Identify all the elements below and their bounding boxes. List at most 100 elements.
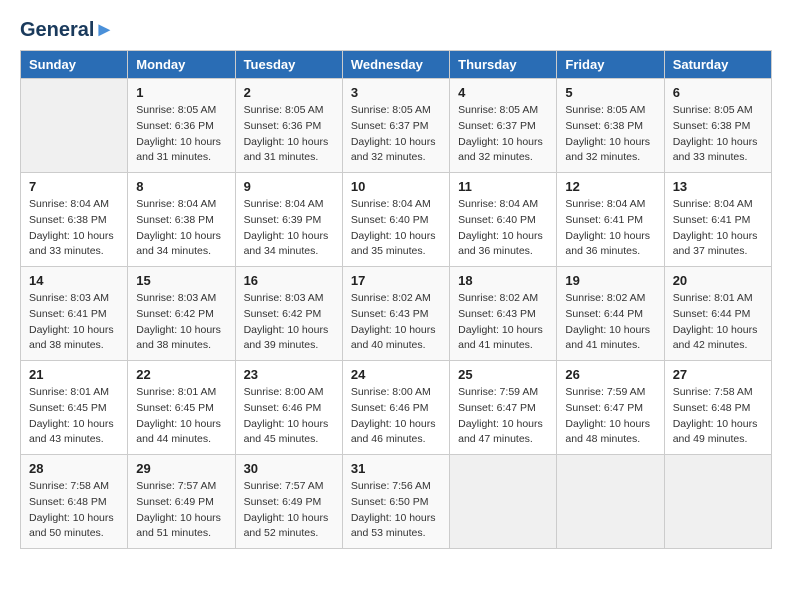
calendar-week-row: 14 Sunrise: 8:03 AM Sunset: 6:41 PM Dayli… [21, 267, 772, 361]
calendar-cell: 21 Sunrise: 8:01 AM Sunset: 6:45 PM Dayli… [21, 361, 128, 455]
day-number: 17 [351, 273, 441, 288]
day-info: Sunrise: 8:04 AM Sunset: 6:39 PM Dayligh… [244, 197, 334, 260]
calendar-cell: 24Sunrise: 8:00 AM Sunset: 6:46 PM Dayli… [342, 361, 449, 455]
day-info: Sunrise: 8:05 AM Sunset: 6:36 PM Dayligh… [136, 103, 226, 166]
calendar-cell: 26 Sunrise: 7:59 AM Sunset: 6:47 PM Dayli… [557, 361, 664, 455]
day-info: Sunrise: 8:05 AM Sunset: 6:37 PM Dayligh… [351, 103, 441, 166]
calendar-cell: 29Sunrise: 7:57 AM Sunset: 6:49 PM Dayli… [128, 455, 235, 549]
day-info: Sunrise: 7:56 AM Sunset: 6:50 PM Dayligh… [351, 479, 441, 542]
day-number: 21 [29, 367, 119, 382]
day-number: 27 [673, 367, 763, 382]
logo-text: General► [20, 20, 114, 40]
day-number: 2 [244, 85, 334, 100]
calendar-cell: 27 Sunrise: 7:58 AM Sunset: 6:48 PM Dayli… [664, 361, 771, 455]
day-info: Sunrise: 8:01 AM Sunset: 6:45 PM Dayligh… [29, 385, 119, 448]
calendar-cell: 17 Sunrise: 8:02 AM Sunset: 6:43 PM Dayli… [342, 267, 449, 361]
day-info: Sunrise: 8:02 AM Sunset: 6:43 PM Dayligh… [458, 291, 548, 354]
calendar-cell: 6 Sunrise: 8:05 AM Sunset: 6:38 PM Daylig… [664, 79, 771, 173]
day-of-week-header: Wednesday [342, 51, 449, 79]
day-number: 1 [136, 85, 226, 100]
day-info: Sunrise: 7:58 AM Sunset: 6:48 PM Dayligh… [29, 479, 119, 542]
day-number: 16 [244, 273, 334, 288]
calendar-header-row: SundayMondayTuesdayWednesdayThursdayFrid… [21, 51, 772, 79]
calendar-cell: 18 Sunrise: 8:02 AM Sunset: 6:43 PM Dayli… [450, 267, 557, 361]
day-info: Sunrise: 8:05 AM Sunset: 6:38 PM Dayligh… [673, 103, 763, 166]
day-info: Sunrise: 8:04 AM Sunset: 6:40 PM Dayligh… [458, 197, 548, 260]
day-number: 30 [244, 461, 334, 476]
day-info: Sunrise: 8:04 AM Sunset: 6:40 PM Dayligh… [351, 197, 441, 260]
day-info: Sunrise: 8:05 AM Sunset: 6:38 PM Dayligh… [565, 103, 655, 166]
calendar-cell: 13 Sunrise: 8:04 AM Sunset: 6:41 PM Dayli… [664, 173, 771, 267]
logo: General► [20, 20, 114, 40]
day-number: 19 [565, 273, 655, 288]
calendar-cell: 5 Sunrise: 8:05 AM Sunset: 6:38 PM Daylig… [557, 79, 664, 173]
day-info: Sunrise: 8:04 AM Sunset: 6:41 PM Dayligh… [565, 197, 655, 260]
calendar-cell: 15Sunrise: 8:03 AM Sunset: 6:42 PM Dayli… [128, 267, 235, 361]
calendar-cell [557, 455, 664, 549]
calendar-week-row: 21 Sunrise: 8:01 AM Sunset: 6:45 PM Dayli… [21, 361, 772, 455]
calendar-cell: 7 Sunrise: 8:04 AM Sunset: 6:38 PM Daylig… [21, 173, 128, 267]
day-info: Sunrise: 8:00 AM Sunset: 6:46 PM Dayligh… [244, 385, 334, 448]
day-number: 22 [136, 367, 226, 382]
calendar-cell: 16 Sunrise: 8:03 AM Sunset: 6:42 PM Dayli… [235, 267, 342, 361]
calendar-cell: 4 Sunrise: 8:05 AM Sunset: 6:37 PM Daylig… [450, 79, 557, 173]
day-number: 18 [458, 273, 548, 288]
day-info: Sunrise: 8:01 AM Sunset: 6:44 PM Dayligh… [673, 291, 763, 354]
day-number: 29 [136, 461, 226, 476]
day-of-week-header: Saturday [664, 51, 771, 79]
day-number: 5 [565, 85, 655, 100]
day-number: 20 [673, 273, 763, 288]
calendar-week-row: 28 Sunrise: 7:58 AM Sunset: 6:48 PM Dayli… [21, 455, 772, 549]
day-info: Sunrise: 8:03 AM Sunset: 6:41 PM Dayligh… [29, 291, 119, 354]
day-number: 4 [458, 85, 548, 100]
calendar-cell: 20 Sunrise: 8:01 AM Sunset: 6:44 PM Dayli… [664, 267, 771, 361]
day-number: 7 [29, 179, 119, 194]
day-number: 10 [351, 179, 441, 194]
day-number: 25 [458, 367, 548, 382]
day-number: 9 [244, 179, 334, 194]
day-info: Sunrise: 7:59 AM Sunset: 6:47 PM Dayligh… [458, 385, 548, 448]
day-info: Sunrise: 8:05 AM Sunset: 6:37 PM Dayligh… [458, 103, 548, 166]
day-number: 26 [565, 367, 655, 382]
day-info: Sunrise: 7:58 AM Sunset: 6:48 PM Dayligh… [673, 385, 763, 448]
calendar-cell: 12 Sunrise: 8:04 AM Sunset: 6:41 PM Dayli… [557, 173, 664, 267]
calendar-cell: 3 Sunrise: 8:05 AM Sunset: 6:37 PM Daylig… [342, 79, 449, 173]
day-number: 12 [565, 179, 655, 194]
day-info: Sunrise: 8:04 AM Sunset: 6:41 PM Dayligh… [673, 197, 763, 260]
day-info: Sunrise: 8:04 AM Sunset: 6:38 PM Dayligh… [136, 197, 226, 260]
day-of-week-header: Tuesday [235, 51, 342, 79]
calendar-cell [21, 79, 128, 173]
calendar-cell: 9 Sunrise: 8:04 AM Sunset: 6:39 PM Daylig… [235, 173, 342, 267]
day-number: 23 [244, 367, 334, 382]
calendar-cell: 10 Sunrise: 8:04 AM Sunset: 6:40 PM Dayli… [342, 173, 449, 267]
calendar-cell: 11 Sunrise: 8:04 AM Sunset: 6:40 PM Dayli… [450, 173, 557, 267]
day-number: 13 [673, 179, 763, 194]
calendar-week-row: 1 Sunrise: 8:05 AM Sunset: 6:36 PM Daylig… [21, 79, 772, 173]
day-of-week-header: Thursday [450, 51, 557, 79]
calendar-cell: 22Sunrise: 8:01 AM Sunset: 6:45 PM Dayli… [128, 361, 235, 455]
day-info: Sunrise: 8:02 AM Sunset: 6:44 PM Dayligh… [565, 291, 655, 354]
day-number: 28 [29, 461, 119, 476]
day-info: Sunrise: 8:04 AM Sunset: 6:38 PM Dayligh… [29, 197, 119, 260]
day-info: Sunrise: 8:05 AM Sunset: 6:36 PM Dayligh… [244, 103, 334, 166]
day-number: 3 [351, 85, 441, 100]
calendar-cell: 31Sunrise: 7:56 AM Sunset: 6:50 PM Dayli… [342, 455, 449, 549]
day-number: 8 [136, 179, 226, 194]
calendar-cell: 8 Sunrise: 8:04 AM Sunset: 6:38 PM Daylig… [128, 173, 235, 267]
calendar-cell: 25 Sunrise: 7:59 AM Sunset: 6:47 PM Dayli… [450, 361, 557, 455]
day-number: 6 [673, 85, 763, 100]
day-info: Sunrise: 7:59 AM Sunset: 6:47 PM Dayligh… [565, 385, 655, 448]
day-info: Sunrise: 8:03 AM Sunset: 6:42 PM Dayligh… [244, 291, 334, 354]
day-number: 11 [458, 179, 548, 194]
calendar-cell: 30Sunrise: 7:57 AM Sunset: 6:49 PM Dayli… [235, 455, 342, 549]
calendar-cell [450, 455, 557, 549]
day-info: Sunrise: 8:02 AM Sunset: 6:43 PM Dayligh… [351, 291, 441, 354]
day-of-week-header: Monday [128, 51, 235, 79]
day-number: 24 [351, 367, 441, 382]
calendar-cell: 28 Sunrise: 7:58 AM Sunset: 6:48 PM Dayli… [21, 455, 128, 549]
calendar-cell [664, 455, 771, 549]
day-of-week-header: Friday [557, 51, 664, 79]
calendar-week-row: 7 Sunrise: 8:04 AM Sunset: 6:38 PM Daylig… [21, 173, 772, 267]
calendar-cell: 19 Sunrise: 8:02 AM Sunset: 6:44 PM Dayli… [557, 267, 664, 361]
day-number: 14 [29, 273, 119, 288]
